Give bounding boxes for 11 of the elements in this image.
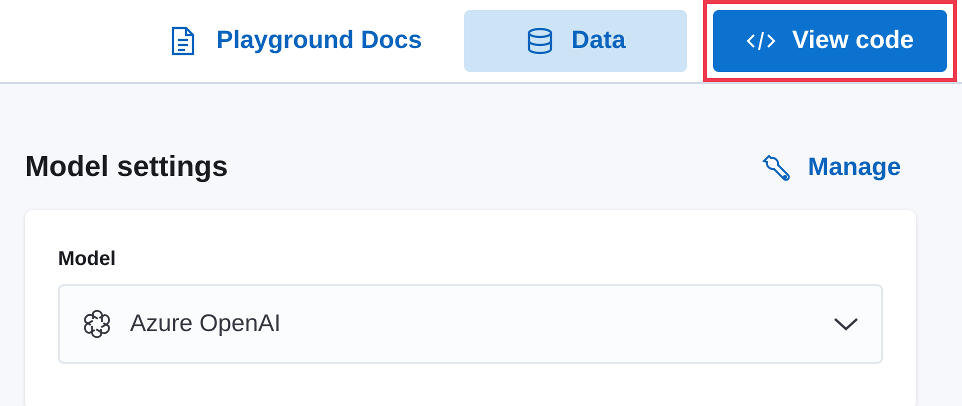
section-title: Model settings xyxy=(25,150,228,185)
field-label: Model xyxy=(58,246,117,272)
chevron-down-icon xyxy=(833,316,859,332)
code-icon xyxy=(746,30,776,52)
select-value: Azure OpenAI xyxy=(130,308,282,338)
model-select[interactable]: Azure OpenAI xyxy=(58,284,883,364)
docs-link[interactable]: Playground Docs xyxy=(154,10,438,72)
view-code-button[interactable]: View code xyxy=(713,10,947,72)
manage-link[interactable]: Manage xyxy=(760,149,901,186)
document-icon xyxy=(170,26,196,56)
data-button[interactable]: Data xyxy=(464,10,687,72)
